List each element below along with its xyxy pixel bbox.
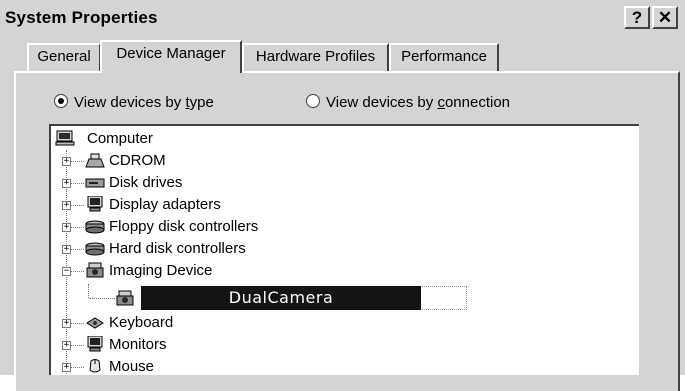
view-by-connection-option[interactable]: View devices by connection	[306, 94, 510, 111]
tab-device-manager[interactable]: Device Manager	[100, 40, 242, 73]
close-button[interactable]: ✕	[652, 6, 678, 29]
monitor-icon	[87, 196, 103, 212]
camera-icon	[116, 290, 134, 306]
view-by-type-option[interactable]: View devices by type	[54, 94, 214, 111]
expand-toggle[interactable]: +	[62, 201, 71, 210]
expand-toggle[interactable]: +	[62, 157, 71, 166]
view-by-type-radio[interactable]	[54, 94, 68, 108]
expand-toggle[interactable]: +	[62, 223, 71, 232]
expand-toggle[interactable]: +	[62, 245, 71, 254]
window-title: System Properties	[5, 8, 158, 27]
tree-branch-line	[88, 284, 89, 298]
controller-icon	[85, 220, 105, 234]
disk-drive-icon	[85, 178, 105, 188]
help-button[interactable]: ?	[624, 6, 650, 29]
title-bar[interactable]: System Properties ? ✕	[0, 0, 685, 36]
expand-toggle[interactable]: +	[62, 179, 71, 188]
computer-icon	[55, 130, 75, 146]
tab-performance[interactable]: Performance	[389, 43, 499, 71]
keyboard-icon	[86, 317, 104, 329]
view-by-connection-radio[interactable]	[306, 94, 320, 108]
device-tree[interactable]: Computer + CDROM + Disk drives + Display…	[49, 124, 639, 375]
collapse-toggle[interactable]: −	[62, 267, 71, 276]
selected-device-label: DualCamera	[141, 286, 421, 310]
imaging-device-icon	[86, 262, 104, 278]
controller-icon	[85, 242, 105, 256]
cdrom-icon	[85, 153, 105, 168]
monitor-icon	[87, 336, 103, 352]
expand-toggle[interactable]: +	[62, 363, 71, 372]
expand-toggle[interactable]: +	[62, 341, 71, 350]
tab-hardware-profiles[interactable]: Hardware Profiles	[242, 43, 389, 71]
tab-general[interactable]: General	[27, 43, 101, 71]
view-by-type-label: View devices by type	[74, 94, 214, 111]
expand-toggle[interactable]: +	[62, 319, 71, 328]
system-properties-window: System Properties ? ✕ General Device Man…	[0, 0, 685, 391]
mouse-icon	[89, 359, 101, 373]
view-by-connection-label: View devices by connection	[326, 94, 511, 111]
